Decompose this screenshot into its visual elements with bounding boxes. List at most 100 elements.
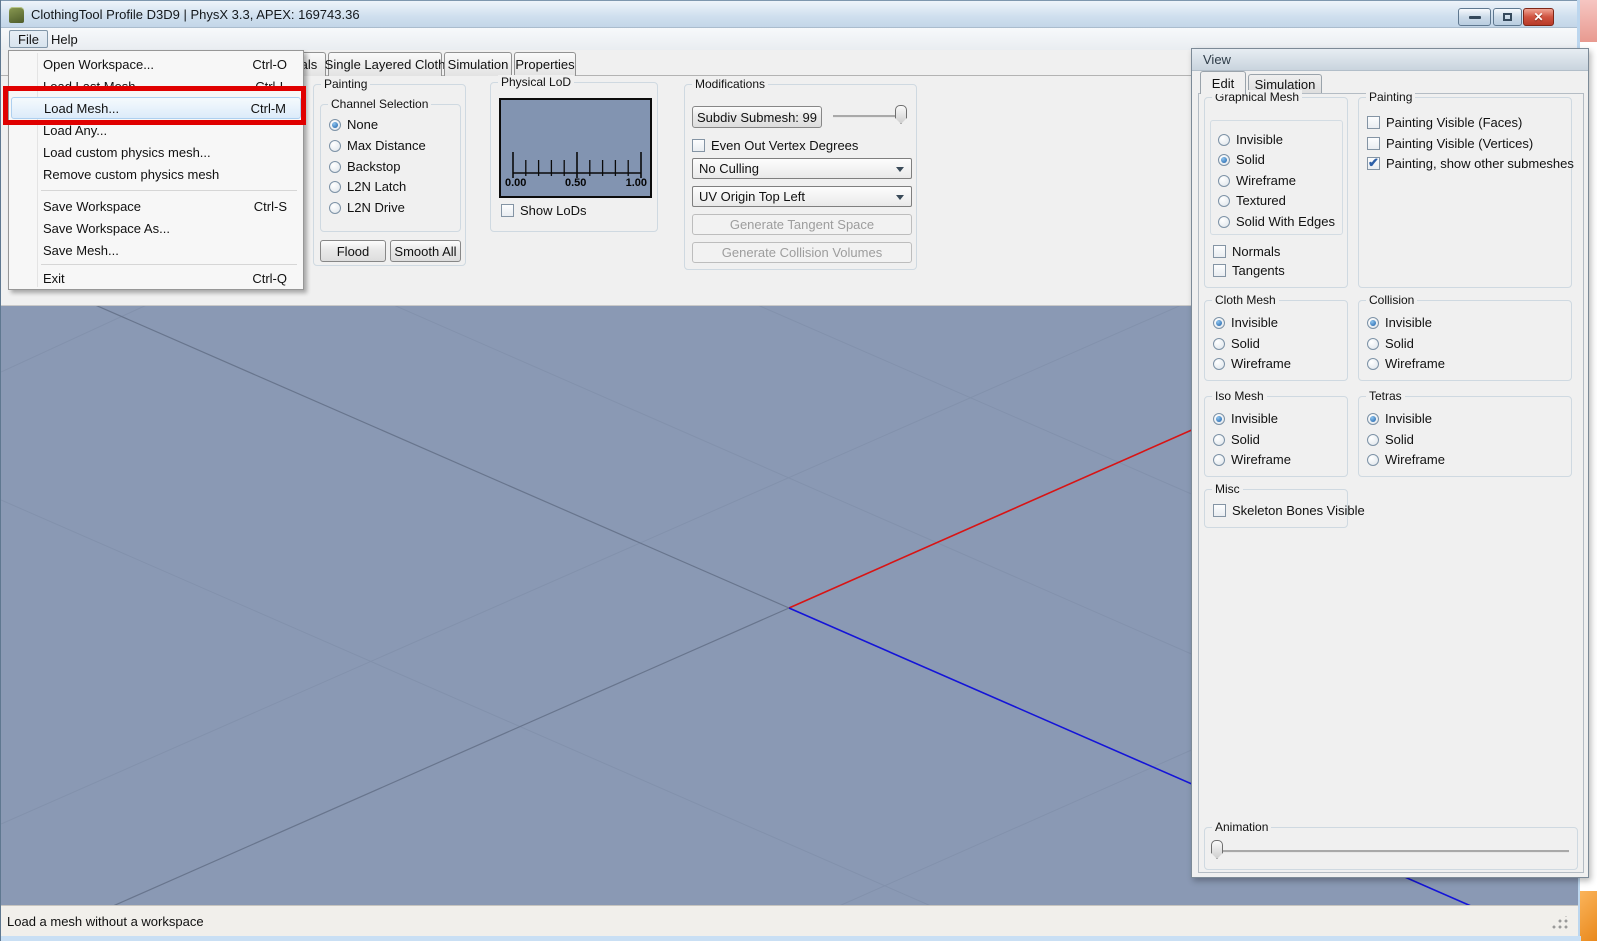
subdiv-submesh-button[interactable]: Subdiv Submesh: 99 bbox=[692, 106, 822, 128]
even-out-row[interactable]: Even Out Vertex Degrees bbox=[692, 138, 858, 153]
radio-gm-textured[interactable] bbox=[1218, 194, 1230, 207]
radio-row-cloth-wireframe[interactable]: Wireframe bbox=[1213, 356, 1291, 371]
subdiv-slider-thumb[interactable] bbox=[895, 105, 907, 124]
radio-row-iso-wireframe[interactable]: Wireframe bbox=[1213, 452, 1291, 467]
radio-label: Wireframe bbox=[1236, 173, 1296, 188]
show-lods-row[interactable]: Show LoDs bbox=[501, 203, 586, 218]
radio-gm-invisible[interactable] bbox=[1218, 133, 1230, 146]
radio-row-l2n-latch[interactable]: L2N Latch bbox=[329, 179, 406, 194]
radio-row-iso-invisible[interactable]: Invisible bbox=[1213, 411, 1278, 426]
checkbox-label: Painting Visible (Faces) bbox=[1386, 115, 1523, 130]
flood-button[interactable]: Flood bbox=[320, 240, 386, 262]
normals-row[interactable]: Normals bbox=[1213, 244, 1280, 259]
painting-vertices-row[interactable]: Painting Visible (Vertices) bbox=[1367, 136, 1533, 151]
radio-gm-solid[interactable] bbox=[1218, 153, 1230, 166]
radio-collision-invisible[interactable] bbox=[1367, 316, 1379, 329]
painting-submeshes-row[interactable]: Painting, show other submeshes bbox=[1367, 155, 1574, 171]
radio-row-gm-invisible[interactable]: Invisible bbox=[1218, 132, 1283, 147]
menu-item-load-custom-physics[interactable]: Load custom physics mesh... bbox=[11, 141, 301, 163]
normals-checkbox[interactable] bbox=[1213, 245, 1226, 258]
radio-row-cloth-invisible[interactable]: Invisible bbox=[1213, 315, 1278, 330]
radio-row-l2n-drive[interactable]: L2N Drive bbox=[329, 200, 405, 215]
skeleton-bones-checkbox[interactable] bbox=[1213, 504, 1226, 517]
title-bar[interactable]: ClothingTool Profile D3D9 | PhysX 3.3, A… bbox=[1, 0, 1577, 28]
menu-item-save-mesh[interactable]: Save Mesh... bbox=[11, 239, 301, 261]
menu-item-exit[interactable]: Exit Ctrl-Q bbox=[11, 267, 301, 289]
radio-row-backstop[interactable]: Backstop bbox=[329, 159, 400, 174]
resize-grip-icon[interactable] bbox=[1551, 916, 1569, 930]
radio-tetras-solid[interactable] bbox=[1367, 433, 1379, 446]
generate-tangent-button[interactable]: Generate Tangent Space bbox=[692, 214, 912, 235]
animation-slider-track[interactable] bbox=[1215, 850, 1569, 853]
radio-row-max-distance[interactable]: Max Distance bbox=[329, 138, 426, 153]
radio-row-gm-solid-edges[interactable]: Solid With Edges bbox=[1218, 214, 1335, 229]
radio-row-tetras-invisible[interactable]: Invisible bbox=[1367, 411, 1432, 426]
menu-item-save-workspace[interactable]: Save Workspace Ctrl-S bbox=[11, 195, 301, 217]
physical-lod-graph[interactable]: 0.00 0.50 1.00 bbox=[499, 98, 652, 198]
view-tab-edit[interactable]: Edit bbox=[1200, 71, 1246, 94]
subdiv-slider-track[interactable] bbox=[833, 115, 905, 118]
radio-row-iso-solid[interactable]: Solid bbox=[1213, 432, 1260, 447]
radio-cloth-wireframe[interactable] bbox=[1213, 357, 1225, 370]
radio-collision-wireframe[interactable] bbox=[1367, 357, 1379, 370]
radio-gm-wireframe[interactable] bbox=[1218, 174, 1230, 187]
painting-submeshes-checkbox[interactable] bbox=[1367, 155, 1380, 171]
radio-gm-solid-edges[interactable] bbox=[1218, 215, 1230, 228]
animation-slider-thumb[interactable] bbox=[1211, 840, 1223, 859]
view-window-title[interactable]: View bbox=[1192, 49, 1588, 71]
tangents-row[interactable]: Tangents bbox=[1213, 263, 1285, 278]
radio-max-distance[interactable] bbox=[329, 139, 341, 152]
menu-item-save-workspace-as[interactable]: Save Workspace As... bbox=[11, 217, 301, 239]
radio-row-none[interactable]: None bbox=[329, 117, 378, 132]
radio-iso-invisible[interactable] bbox=[1213, 412, 1225, 425]
radio-none[interactable] bbox=[329, 118, 341, 131]
radio-row-collision-invisible[interactable]: Invisible bbox=[1367, 315, 1432, 330]
radio-row-cloth-solid[interactable]: Solid bbox=[1213, 336, 1260, 351]
tab-simulation[interactable]: Simulation bbox=[444, 52, 512, 76]
culling-value: No Culling bbox=[699, 161, 759, 176]
tab-single-layered-cloth[interactable]: Single Layered Cloth bbox=[325, 52, 445, 76]
maximize-button[interactable] bbox=[1493, 8, 1522, 26]
animation-label: Animation bbox=[1212, 820, 1272, 834]
radio-row-collision-solid[interactable]: Solid bbox=[1367, 336, 1414, 351]
normals-label: Normals bbox=[1232, 244, 1281, 259]
culling-select[interactable]: No Culling bbox=[692, 158, 912, 179]
even-out-checkbox[interactable] bbox=[692, 139, 705, 152]
uv-origin-select[interactable]: UV Origin Top Left bbox=[692, 186, 912, 207]
radio-tetras-wireframe[interactable] bbox=[1367, 453, 1379, 466]
status-text: Load a mesh without a workspace bbox=[7, 913, 204, 929]
tab-properties[interactable]: Properties bbox=[514, 52, 576, 76]
tangents-checkbox[interactable] bbox=[1213, 264, 1226, 277]
radio-row-tetras-wireframe[interactable]: Wireframe bbox=[1367, 452, 1445, 467]
radio-label: Wireframe bbox=[1385, 452, 1445, 467]
radio-backstop[interactable] bbox=[329, 160, 341, 173]
radio-row-gm-wireframe[interactable]: Wireframe bbox=[1218, 173, 1296, 188]
skeleton-bones-row[interactable]: Skeleton Bones Visible bbox=[1213, 503, 1365, 518]
radio-cloth-solid[interactable] bbox=[1213, 337, 1225, 350]
lod-tick-05: 0.50 bbox=[565, 177, 587, 189]
menu-item-remove-custom-physics[interactable]: Remove custom physics mesh bbox=[11, 163, 301, 185]
radio-row-gm-textured[interactable]: Textured bbox=[1218, 193, 1286, 208]
radio-row-collision-wireframe[interactable]: Wireframe bbox=[1367, 356, 1445, 371]
radio-collision-solid[interactable] bbox=[1367, 337, 1379, 350]
cloth-mesh-group: Cloth Mesh Invisible Solid Wireframe bbox=[1204, 293, 1348, 381]
painting-faces-row[interactable]: Painting Visible (Faces) bbox=[1367, 115, 1522, 130]
menu-item-open-workspace[interactable]: Open Workspace... Ctrl-O bbox=[11, 53, 301, 75]
radio-tetras-invisible[interactable] bbox=[1367, 412, 1379, 425]
show-lods-checkbox[interactable] bbox=[501, 204, 514, 217]
close-button[interactable]: ✕ bbox=[1523, 8, 1554, 26]
radio-iso-solid[interactable] bbox=[1213, 433, 1225, 446]
radio-l2n-latch[interactable] bbox=[329, 180, 341, 193]
radio-l2n-drive[interactable] bbox=[329, 201, 341, 214]
radio-row-gm-solid[interactable]: Solid bbox=[1218, 152, 1265, 167]
painting-vertices-checkbox[interactable] bbox=[1367, 137, 1380, 150]
minimize-button[interactable] bbox=[1458, 8, 1491, 26]
iso-mesh-group: Iso Mesh Invisible Solid Wireframe bbox=[1204, 389, 1348, 477]
radio-cloth-invisible[interactable] bbox=[1213, 316, 1225, 329]
radio-row-tetras-solid[interactable]: Solid bbox=[1367, 432, 1414, 447]
generate-collision-button[interactable]: Generate Collision Volumes bbox=[692, 242, 912, 263]
radio-iso-wireframe[interactable] bbox=[1213, 453, 1225, 466]
painting-faces-checkbox[interactable] bbox=[1367, 116, 1380, 129]
menu-help[interactable]: Help bbox=[43, 30, 86, 48]
smooth-all-button[interactable]: Smooth All bbox=[390, 240, 461, 262]
